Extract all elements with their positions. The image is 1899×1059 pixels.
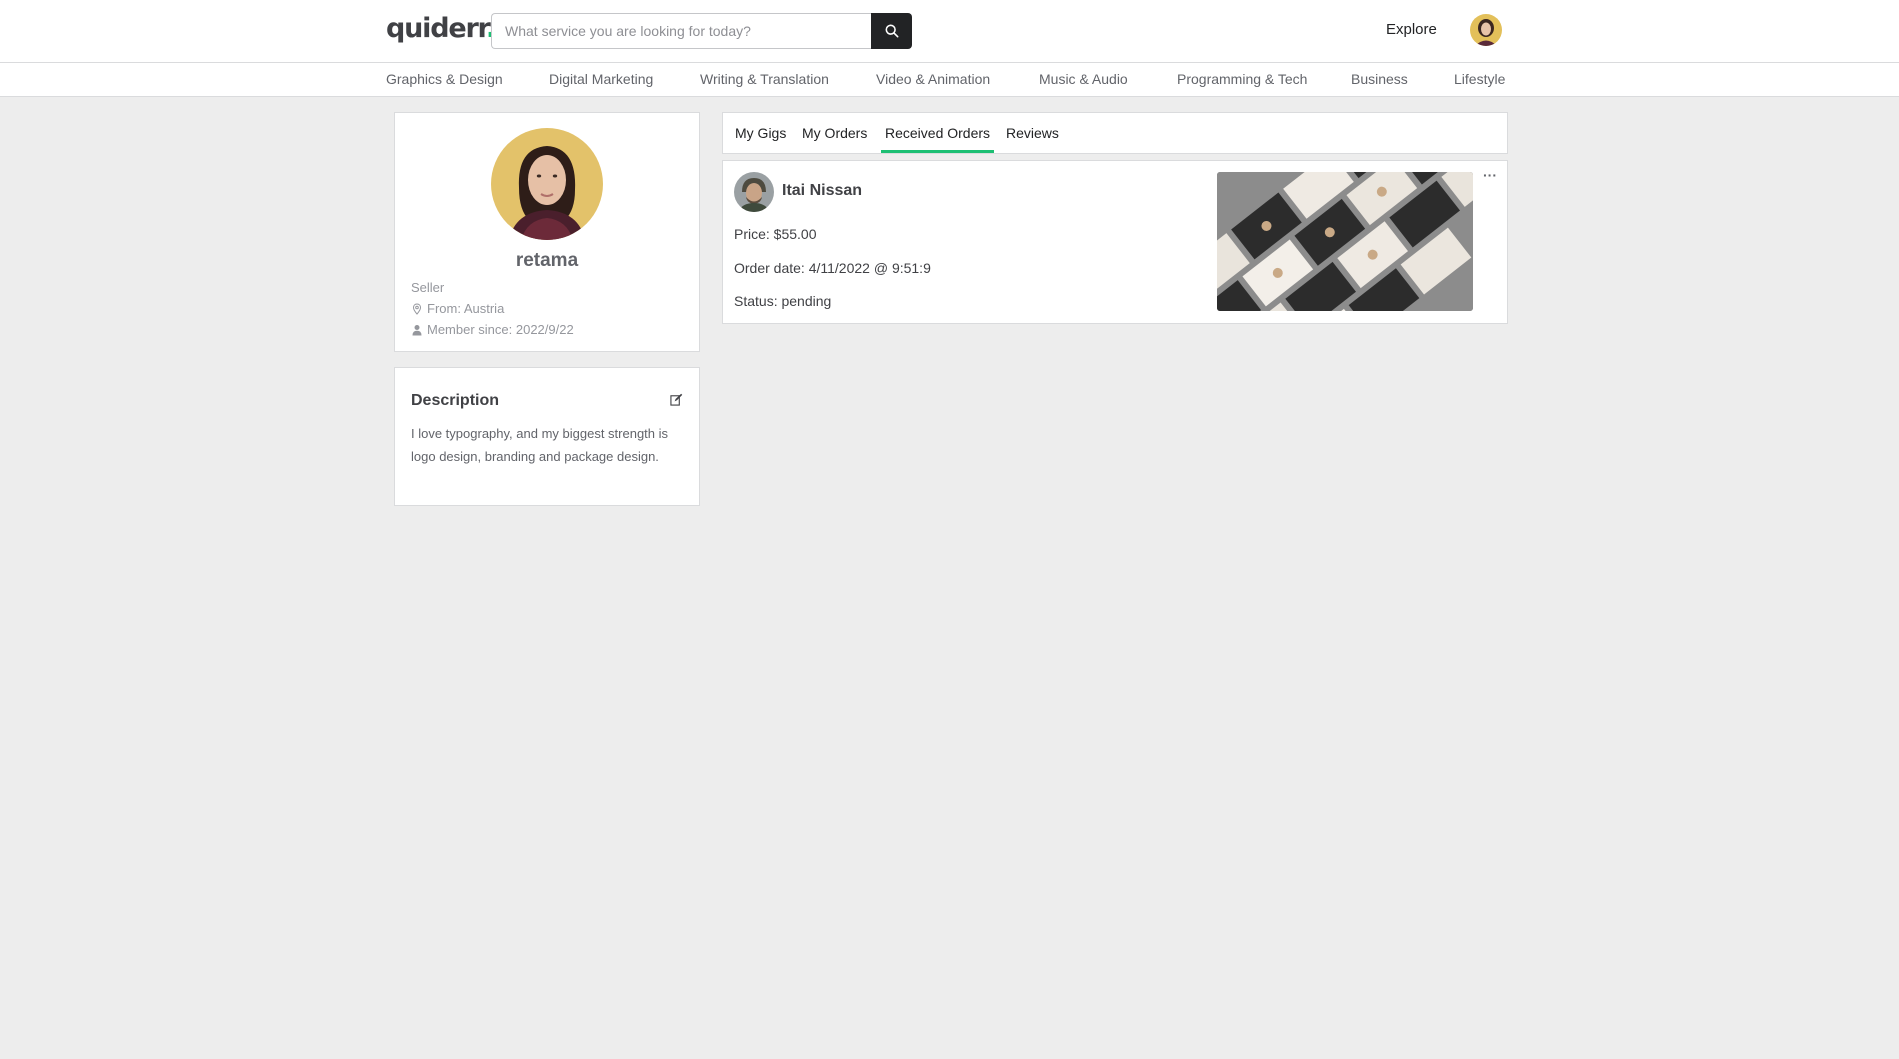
tab-my-orders[interactable]: My Orders <box>802 125 867 141</box>
description-title: Description <box>411 392 500 409</box>
profile-username: retama <box>515 250 579 271</box>
profile-from-text: From: Austria <box>427 301 505 316</box>
category-digital-marketing[interactable]: Digital Marketing <box>549 71 653 87</box>
profile-card: retama Seller From: Austria Member since… <box>394 112 700 352</box>
search-input[interactable] <box>491 13 871 49</box>
active-tab-indicator <box>881 150 994 153</box>
profile-role: Seller <box>411 280 445 295</box>
category-music-audio[interactable]: Music & Audio <box>1039 71 1128 87</box>
gig-thumbnail[interactable] <box>1217 172 1473 311</box>
profile-avatar <box>491 128 603 240</box>
more-options-button[interactable]: ··· <box>1483 167 1497 183</box>
tab-reviews[interactable]: Reviews <box>1006 125 1059 141</box>
top-header: quiderr. Explore <box>0 0 1899 63</box>
category-writing-translation[interactable]: Writing & Translation <box>700 71 829 87</box>
site-logo[interactable]: quiderr. <box>386 13 496 44</box>
order-date: Order date: 4/11/2022 @ 9:51:9 <box>734 260 931 276</box>
tabs-bar: My Gigs My Orders Received Orders Review… <box>722 112 1508 154</box>
search-button[interactable] <box>871 13 912 49</box>
search-bar <box>491 13 912 49</box>
user-avatar[interactable] <box>1470 14 1502 46</box>
order-status: Status: pending <box>734 293 832 309</box>
category-video-animation[interactable]: Video & Animation <box>876 71 990 87</box>
category-programming-tech[interactable]: Programming & Tech <box>1177 71 1307 87</box>
profile-member-since-text: Member since: 2022/9/22 <box>427 322 574 337</box>
buyer-name[interactable]: Itai Nissan <box>782 182 862 200</box>
edit-icon[interactable] <box>670 393 683 406</box>
search-icon <box>885 24 898 38</box>
tab-received-orders[interactable]: Received Orders <box>885 125 990 141</box>
order-price: Price: $55.00 <box>734 226 817 242</box>
tab-my-gigs[interactable]: My Gigs <box>735 125 786 141</box>
category-nav: Graphics & Design Digital Marketing Writ… <box>0 63 1899 97</box>
buyer-avatar <box>734 172 774 212</box>
profile-member-since: Member since: 2022/9/22 <box>411 322 574 337</box>
order-card: Itai Nissan Price: $55.00 Order date: 4/… <box>722 160 1508 324</box>
category-lifestyle[interactable]: Lifestyle <box>1454 71 1505 87</box>
description-text: I love typography, and my biggest streng… <box>411 426 669 464</box>
location-pin-icon <box>412 302 422 315</box>
description-card: Description I love typography, and my bi… <box>394 367 700 506</box>
profile-location: From: Austria <box>411 301 504 316</box>
category-graphics-design[interactable]: Graphics & Design <box>386 71 503 87</box>
user-icon <box>412 324 422 335</box>
explore-link[interactable]: Explore <box>1386 21 1437 38</box>
category-business[interactable]: Business <box>1351 71 1408 87</box>
